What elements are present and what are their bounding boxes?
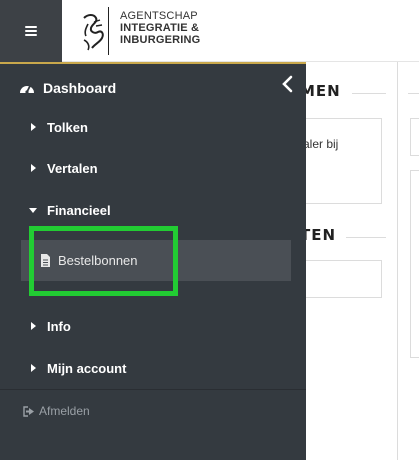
section-title-1: MEN <box>300 82 341 100</box>
flemish-lion-logo <box>83 14 104 51</box>
section-rule-2 <box>346 237 386 238</box>
caret-right-icon <box>31 123 36 131</box>
top-header: AGENTSCHAP INTEGRATIE & INBURGERING <box>0 0 419 62</box>
logo-line-1: AGENTSCHAP <box>120 10 198 22</box>
logo-divider <box>108 7 109 55</box>
content-card-2 <box>300 260 382 298</box>
sign-out-icon <box>23 405 34 417</box>
right-card-2 <box>410 170 419 358</box>
sidebar-divider <box>0 389 306 390</box>
sidebar-item-vertalen[interactable]: Vertalen <box>0 148 306 188</box>
sidebar-item-tolken[interactable]: Tolken <box>0 107 306 147</box>
sidebar-item-label: Financieel <box>47 202 111 218</box>
logout-link[interactable]: Afmelden <box>22 404 90 418</box>
right-card-1 <box>410 118 419 156</box>
content-card-1 <box>300 118 382 204</box>
caret-down-icon <box>29 208 37 213</box>
logo-line-2: INTEGRATIE & <box>120 22 200 34</box>
sidebar-item-financieel[interactable]: Financieel <box>0 190 306 230</box>
logout-label: Afmelden <box>39 404 90 418</box>
sidebar-item-label: Vertalen <box>47 160 98 176</box>
hamburger-icon <box>25 26 37 36</box>
caret-right-icon <box>31 322 36 330</box>
sidebar-item-info[interactable]: Info <box>0 306 306 346</box>
logo-text: AGENTSCHAP INTEGRATIE & INBURGERING <box>120 10 200 46</box>
column-divider <box>397 62 398 460</box>
caret-right-icon <box>31 164 36 172</box>
sidebar-item-label: Tolken <box>47 119 88 135</box>
section-rule-1 <box>352 93 386 94</box>
menu-toggle-button[interactable] <box>0 0 62 62</box>
collapse-sidebar-icon[interactable] <box>280 75 294 93</box>
sidebar-item-mijn-account[interactable]: Mijn account <box>0 348 306 388</box>
sidebar-item-label: Info <box>47 318 71 334</box>
right-rule <box>408 93 419 94</box>
dashboard-label: Dashboard <box>43 80 117 96</box>
sidebar-item-dashboard[interactable]: Dashboard <box>0 64 306 112</box>
card-text-1: aler bij <box>303 137 339 151</box>
highlight-box <box>29 226 178 296</box>
caret-right-icon <box>31 364 36 372</box>
logo-line-3: INBURGERING <box>120 34 201 46</box>
dashboard-gauge-icon <box>20 85 34 94</box>
sidebar-item-label: Mijn account <box>47 360 127 376</box>
